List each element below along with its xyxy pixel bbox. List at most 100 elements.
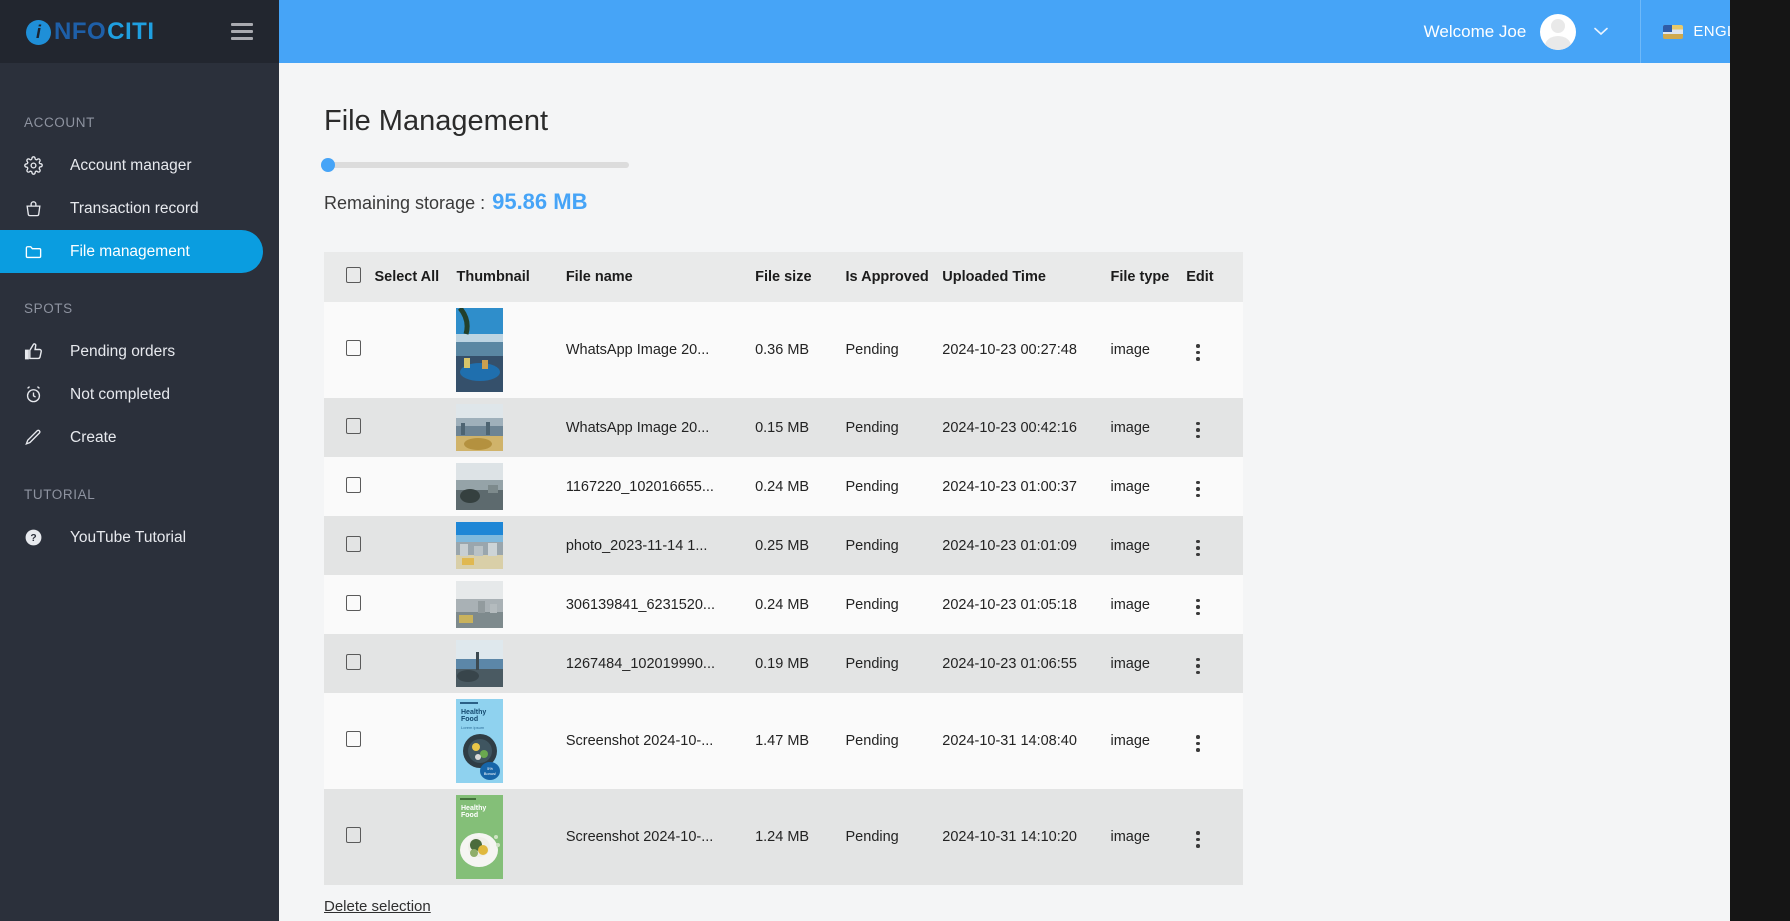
row-edit-cell[interactable]	[1186, 516, 1243, 575]
brand-logo[interactable]: i NFO CITI	[26, 18, 155, 46]
more-options-icon[interactable]	[1186, 827, 1210, 852]
sidebar-item-label: YouTube Tutorial	[70, 528, 187, 546]
row-checkbox[interactable]	[346, 535, 361, 552]
storage-slider[interactable]	[321, 158, 629, 172]
row-spacer-cell	[374, 693, 456, 789]
more-options-icon[interactable]	[1186, 418, 1210, 443]
user-menu[interactable]: Welcome Joe	[1424, 13, 1627, 50]
row-thumbnail-cell[interactable]	[456, 516, 565, 575]
row-checkbox[interactable]	[346, 340, 361, 356]
table-row[interactable]: 1167220_102016655... 0.24 MB Pending 2024-1…	[324, 457, 1243, 516]
row-checkbox[interactable]	[346, 417, 361, 434]
row-edit-cell[interactable]	[1186, 693, 1243, 789]
table-row[interactable]: Healthy Food Lorem ipsum 5% Bonus! Screen…	[324, 693, 1243, 789]
harbour-photo	[456, 404, 504, 451]
row-spacer-cell	[374, 634, 456, 693]
storage-slider-row	[279, 158, 1790, 172]
row-file-name: 1167220_102016655...	[565, 478, 714, 495]
hamburger-menu-icon[interactable]	[227, 19, 257, 44]
header-is-approved: Is Approved	[845, 252, 943, 302]
row-checkbox[interactable]	[346, 653, 361, 670]
cityscape-photo	[456, 581, 504, 628]
table-row[interactable]: Healthy Food Screenshot 2024-10-... 1.24 …	[324, 789, 1243, 885]
coastal-town-photo	[456, 522, 504, 569]
sidebar-item-label: Not completed	[70, 385, 170, 403]
help-circle-icon: ?	[24, 528, 48, 547]
row-thumbnail-cell[interactable]	[456, 302, 565, 398]
table-row[interactable]: photo_2023-11-14 1... 0.25 MB Pending 2024-…	[324, 516, 1243, 575]
chevron-down-icon[interactable]	[1594, 25, 1609, 39]
row-thumbnail-cell[interactable]: Healthy Food	[456, 789, 565, 885]
row-spacer-cell	[374, 398, 456, 457]
select-all-checkbox[interactable]	[346, 267, 361, 283]
sidebar-item-not-completed[interactable]: Not completed	[0, 373, 263, 416]
row-uploaded-time: 2024-10-23 01:06:55	[942, 655, 1077, 672]
row-checkbox[interactable]	[346, 594, 361, 611]
row-checkbox-cell[interactable]	[324, 789, 374, 885]
row-checkbox[interactable]	[346, 731, 361, 747]
more-options-icon[interactable]	[1186, 536, 1210, 561]
sidebar-nav: ACCOUNT Account manager Transaction record…	[0, 63, 279, 559]
row-file-size: 0.15 MB	[755, 419, 810, 436]
row-is-approved: Pending	[845, 596, 899, 613]
row-checkbox[interactable]	[346, 476, 361, 493]
row-is-approved: Pending	[845, 478, 899, 495]
row-checkbox-cell[interactable]	[324, 634, 374, 693]
sidebar-item-account-manager[interactable]: Account manager	[0, 144, 263, 187]
row-checkbox-cell[interactable]	[324, 457, 374, 516]
row-thumbnail-cell[interactable]: Healthy Food Lorem ipsum 5% Bonus!	[456, 693, 565, 789]
avatar[interactable]	[1540, 13, 1577, 50]
row-edit-cell[interactable]	[1186, 789, 1243, 885]
storage-label: Remaining storage :	[324, 193, 486, 213]
row-thumbnail-cell[interactable]	[456, 457, 565, 516]
more-options-icon[interactable]	[1186, 477, 1210, 502]
row-file-type: image	[1110, 419, 1150, 436]
page-title: File Management	[324, 105, 549, 137]
row-checkbox-cell[interactable]	[324, 516, 374, 575]
sidebar-item-label: Account manager	[70, 156, 192, 174]
table-row[interactable]: 306139841_6231520... 0.24 MB Pending 2024-1…	[324, 575, 1243, 634]
header-select-all-checkbox[interactable]	[324, 252, 375, 302]
sidebar-item-transaction-record[interactable]: Transaction record	[0, 187, 263, 230]
sidebar-item-file-management[interactable]: File management	[0, 230, 263, 273]
sidebar-section-spots: SPOTS	[24, 301, 73, 316]
row-checkbox-cell[interactable]	[324, 693, 374, 789]
file-table-body: WhatsApp Image 20... 0.36 MB Pending 2024-1…	[324, 302, 1243, 885]
row-checkbox-cell[interactable]	[324, 302, 374, 398]
row-file-size: 1.24 MB	[755, 829, 810, 845]
row-is-approved: Pending	[845, 537, 899, 554]
row-is-approved: Pending	[845, 655, 899, 672]
more-options-icon[interactable]	[1186, 340, 1210, 365]
table-row[interactable]: WhatsApp Image 20... 0.15 MB Pending 2024-1…	[324, 398, 1243, 457]
row-checkbox[interactable]	[346, 827, 361, 843]
content-panel: File Management Remaining storage : 95.8…	[279, 63, 1790, 921]
more-options-icon[interactable]	[1186, 731, 1210, 756]
healthy-food-green-poster: Healthy Food	[456, 795, 504, 879]
more-options-icon[interactable]	[1186, 654, 1210, 679]
more-options-icon[interactable]	[1186, 595, 1210, 620]
row-uploaded-time: 2024-10-31 14:08:40	[942, 733, 1077, 749]
sidebar-item-pending-orders[interactable]: Pending orders	[0, 330, 263, 373]
table-row[interactable]: WhatsApp Image 20... 0.36 MB Pending 2024-1…	[324, 302, 1243, 398]
row-uploaded-time: 2024-10-23 01:01:09	[942, 537, 1077, 554]
row-edit-cell[interactable]	[1186, 302, 1243, 398]
sidebar-item-label: Transaction record	[70, 199, 199, 217]
row-checkbox-cell[interactable]	[324, 398, 374, 457]
table-row[interactable]: 1267484_102019990... 0.19 MB Pending 2024-1…	[324, 634, 1243, 693]
slider-thumb[interactable]	[321, 158, 335, 172]
sidebar-item-create[interactable]: Create	[0, 416, 263, 459]
row-edit-cell[interactable]	[1186, 457, 1243, 516]
delete-selection-link[interactable]: Delete selection	[324, 898, 431, 915]
row-edit-cell[interactable]	[1186, 398, 1243, 457]
sidebar-item-youtube-tutorial[interactable]: ? YouTube Tutorial	[0, 516, 263, 559]
svg-text:?: ?	[30, 533, 36, 544]
row-thumbnail-cell[interactable]	[456, 398, 565, 457]
svg-text:Food: Food	[461, 812, 478, 819]
row-thumbnail-cell[interactable]	[456, 575, 565, 634]
row-checkbox-cell[interactable]	[324, 575, 374, 634]
row-thumbnail-cell[interactable]	[456, 634, 565, 693]
row-edit-cell[interactable]	[1186, 575, 1243, 634]
row-edit-cell[interactable]	[1186, 634, 1243, 693]
logo-text-citi: CITI	[107, 17, 155, 45]
row-file-name: photo_2023-11-14 1...	[565, 537, 708, 554]
